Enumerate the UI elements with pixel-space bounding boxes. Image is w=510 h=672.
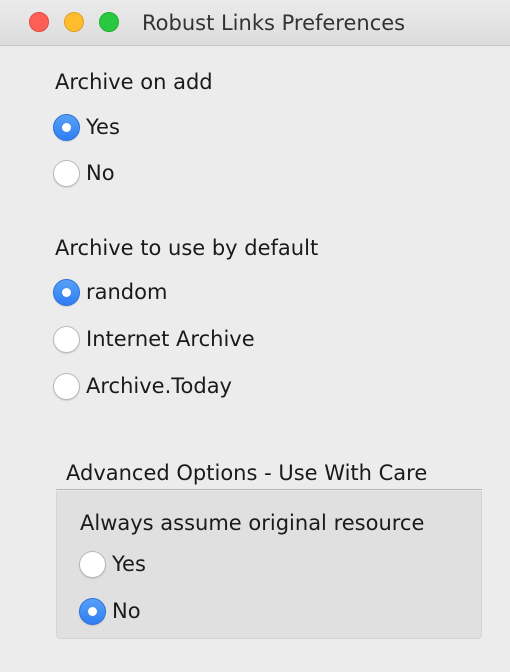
- archive-on-add-no-option[interactable]: No: [53, 158, 115, 188]
- title-bar[interactable]: Robust Links Preferences: [0, 0, 510, 46]
- original-resource-yes-radio[interactable]: [79, 550, 106, 578]
- original-resource-no-radio[interactable]: [79, 597, 106, 625]
- close-window-button[interactable]: [29, 12, 49, 32]
- original-resource-label: Always assume original resource: [80, 511, 425, 535]
- preferences-window: Robust Links Preferences Archive on add …: [0, 0, 510, 672]
- minimize-window-button[interactable]: [64, 12, 84, 32]
- advanced-options-header: Advanced Options - Use With Care: [56, 458, 482, 490]
- archive-on-add-label: Archive on add: [55, 70, 213, 94]
- default-archive-archive-today-radio[interactable]: [53, 372, 80, 400]
- default-archive-internet-archive-option[interactable]: Internet Archive: [53, 324, 255, 354]
- archive-on-add-yes-label[interactable]: Yes: [86, 115, 120, 139]
- default-archive-internet-archive-radio[interactable]: [53, 325, 80, 353]
- default-archive-random-radio[interactable]: [53, 278, 80, 306]
- original-resource-no-label[interactable]: No: [112, 599, 141, 623]
- advanced-options-group: Always assume original resource Yes No: [56, 491, 482, 639]
- zoom-window-button[interactable]: [99, 12, 119, 32]
- advanced-options-title: Advanced Options - Use With Care: [66, 461, 428, 485]
- original-resource-yes-label[interactable]: Yes: [112, 552, 146, 576]
- default-archive-archive-today-option[interactable]: Archive.Today: [53, 371, 232, 401]
- archive-on-add-no-radio[interactable]: [53, 159, 80, 187]
- default-archive-random-option[interactable]: random: [53, 277, 167, 307]
- original-resource-yes-option[interactable]: Yes: [79, 549, 146, 579]
- archive-on-add-yes-option[interactable]: Yes: [53, 112, 120, 142]
- original-resource-no-option[interactable]: No: [79, 596, 141, 626]
- default-archive-internet-archive-label[interactable]: Internet Archive: [86, 327, 255, 351]
- window-title: Robust Links Preferences: [142, 11, 406, 35]
- default-archive-random-label[interactable]: random: [86, 280, 167, 304]
- archive-on-add-no-label[interactable]: No: [86, 161, 115, 185]
- default-archive-label: Archive to use by default: [55, 236, 319, 260]
- archive-on-add-yes-radio[interactable]: [53, 113, 80, 141]
- default-archive-archive-today-label[interactable]: Archive.Today: [86, 374, 232, 398]
